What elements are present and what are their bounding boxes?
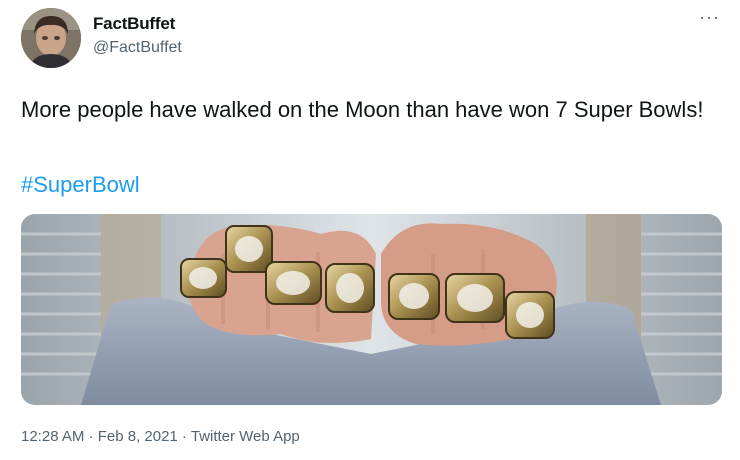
tweet-card: FactBuffet @FactBuffet ··· More people h… [0, 0, 740, 460]
tweet-timestamp-source[interactable]: 12:28 AM · Feb 8, 2021 · Twitter Web App [21, 428, 300, 445]
tweet-media-photo[interactable] [21, 214, 722, 405]
tweet-text: More people have walked on the Moon than… [21, 97, 704, 122]
hashtag-link[interactable]: #SuperBowl [21, 172, 140, 198]
more-options-icon[interactable]: ··· [699, 8, 720, 26]
hands-with-rings-photo-icon [21, 214, 722, 405]
author-display-name[interactable]: FactBuffet [93, 14, 175, 34]
user-avatar-icon [21, 8, 81, 68]
avatar[interactable] [21, 8, 81, 68]
author-handle[interactable]: @FactBuffet [93, 39, 182, 57]
